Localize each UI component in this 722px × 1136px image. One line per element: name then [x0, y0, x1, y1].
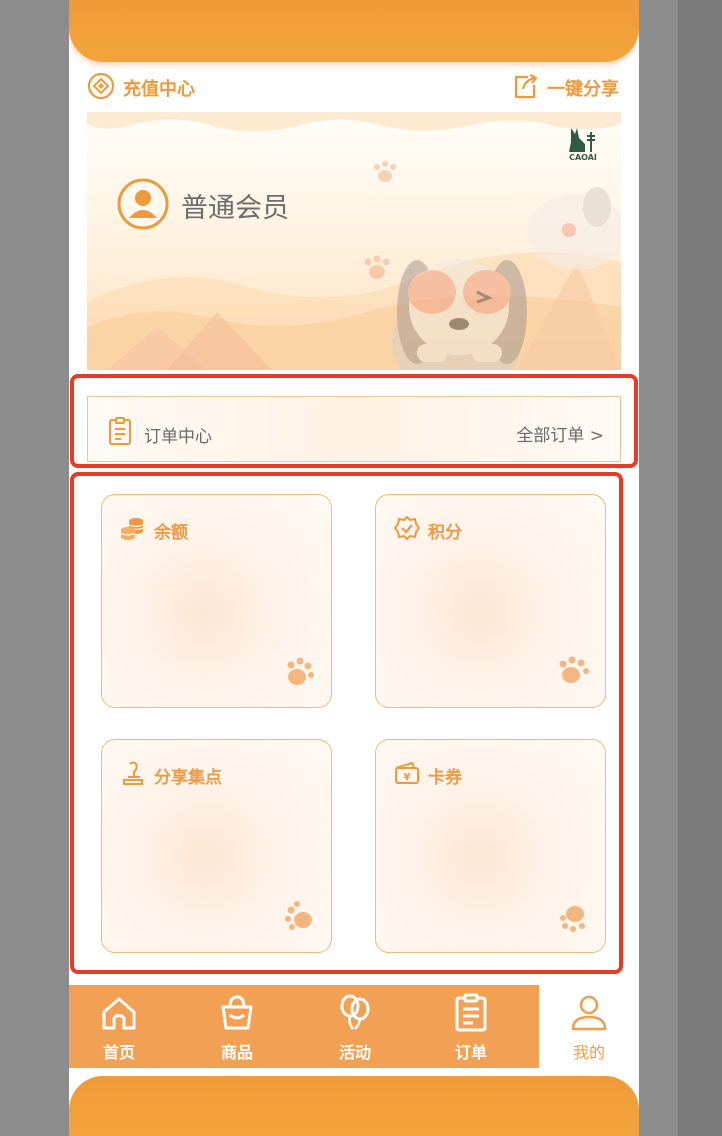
ticket-icon: ¥: [394, 760, 420, 790]
tab-products-label: 商品: [220, 1043, 253, 1062]
coin-icon: [87, 72, 115, 104]
stamp-icon: [120, 760, 146, 790]
bottom-banner: [69, 1076, 639, 1136]
share-icon: [511, 72, 539, 104]
paw-icon: [557, 655, 591, 693]
user-icon: [571, 995, 607, 1031]
share-points-label: 分享集点: [154, 767, 222, 788]
badge-check-icon: [394, 515, 420, 545]
tab-activity[interactable]: 活动: [305, 985, 405, 1068]
coupons-label: 卡券: [428, 767, 462, 788]
background-strip: [678, 0, 722, 1136]
svg-text:¥: ¥: [404, 772, 411, 783]
tab-orders-label: 订单: [454, 1043, 487, 1062]
divider: [69, 1068, 639, 1076]
brand-logo: CAOAI: [565, 124, 601, 162]
svg-text:CAOAI: CAOAI: [569, 153, 597, 162]
home-icon: [102, 997, 136, 1030]
member-level: 普通会员: [181, 193, 289, 224]
phone-screen: 充值中心 一键分享 普通会员 CAOAI 订单中心 全部订单 > 余额 积分 分…: [69, 0, 639, 1136]
member-banner: 普通会员 CAOAI: [87, 112, 621, 370]
tab-home-label: 首页: [102, 1043, 135, 1062]
share-points-tile[interactable]: 分享集点: [101, 739, 332, 953]
tab-orders[interactable]: 订单: [421, 985, 521, 1068]
paw-icon: [283, 900, 317, 938]
order-list-icon: [108, 417, 132, 449]
tab-activity-label: 活动: [338, 1043, 371, 1062]
balloon-icon: [340, 994, 370, 1030]
coins-icon: [120, 515, 146, 545]
balance-tile[interactable]: 余额: [101, 494, 332, 708]
banner-illustration: [87, 112, 621, 370]
avatar-user-icon: [117, 178, 169, 230]
bottom-tab-bar: 首页 商品 活动 订单 我的: [69, 985, 639, 1068]
recharge-center-link[interactable]: 充值中心: [87, 72, 195, 104]
points-label: 积分: [428, 522, 462, 543]
tab-mine-label: 我的: [572, 1043, 605, 1062]
header-row: 充值中心 一键分享: [87, 72, 619, 102]
points-tile[interactable]: 积分: [375, 494, 606, 708]
recharge-label: 充值中心: [123, 79, 195, 100]
bag-icon: [221, 995, 253, 1030]
clipboard-icon: [455, 993, 487, 1032]
order-center-title: 订单中心: [144, 427, 212, 447]
share-button[interactable]: 一键分享: [511, 72, 619, 104]
balance-label: 余额: [154, 522, 188, 543]
all-orders-link[interactable]: 全部订单 >: [516, 421, 604, 446]
top-banner: [69, 0, 639, 62]
tab-mine[interactable]: 我的: [539, 985, 639, 1068]
avatar[interactable]: [117, 178, 169, 230]
tab-home[interactable]: 首页: [69, 985, 169, 1068]
paw-icon: [557, 900, 591, 938]
coupons-tile[interactable]: ¥ 卡券: [375, 739, 606, 953]
share-label: 一键分享: [547, 79, 619, 100]
order-center-card[interactable]: 订单中心 全部订单 >: [87, 396, 621, 462]
paw-icon: [283, 655, 317, 693]
tab-products[interactable]: 商品: [187, 985, 287, 1068]
